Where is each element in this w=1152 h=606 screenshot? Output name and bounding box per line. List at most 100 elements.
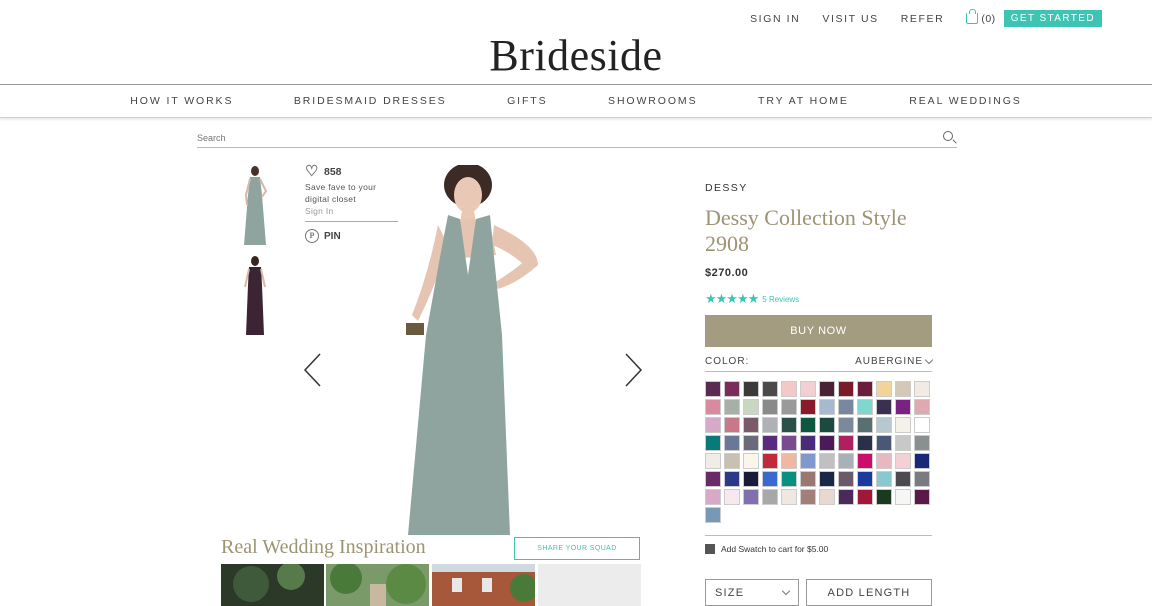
- color-swatch[interactable]: [857, 489, 873, 505]
- color-swatch[interactable]: [876, 453, 892, 469]
- color-swatch[interactable]: [743, 435, 759, 451]
- color-swatch[interactable]: [781, 399, 797, 415]
- color-swatch[interactable]: [800, 489, 816, 505]
- pin-button[interactable]: P PIN: [305, 229, 399, 243]
- color-swatch[interactable]: [895, 381, 911, 397]
- color-swatch[interactable]: [895, 453, 911, 469]
- nav-gifts[interactable]: GIFTS: [507, 95, 547, 107]
- color-swatch[interactable]: [914, 417, 930, 433]
- nav-how-it-works[interactable]: HOW IT WORKS: [130, 95, 233, 107]
- color-swatch[interactable]: [705, 489, 721, 505]
- color-swatch[interactable]: [914, 471, 930, 487]
- color-swatch[interactable]: [705, 435, 721, 451]
- color-swatch[interactable]: [819, 489, 835, 505]
- color-dropdown[interactable]: AUBERGINE: [855, 355, 934, 367]
- color-swatch[interactable]: [781, 453, 797, 469]
- color-swatch[interactable]: [781, 489, 797, 505]
- color-swatch[interactable]: [743, 489, 759, 505]
- color-swatch[interactable]: [762, 453, 778, 469]
- color-swatch[interactable]: [819, 399, 835, 415]
- color-swatch[interactable]: [876, 489, 892, 505]
- color-swatch[interactable]: [914, 489, 930, 505]
- color-swatch[interactable]: [895, 435, 911, 451]
- color-swatch[interactable]: [743, 471, 759, 487]
- color-swatch[interactable]: [876, 435, 892, 451]
- nav-showrooms[interactable]: SHOWROOMS: [608, 95, 697, 107]
- add-length-button[interactable]: ADD LENGTH: [806, 579, 932, 606]
- nav-bridesmaid-dresses[interactable]: BRIDESMAID DRESSES: [294, 95, 447, 107]
- color-swatch[interactable]: [705, 471, 721, 487]
- color-swatch[interactable]: [838, 417, 854, 433]
- fave-button[interactable]: ♡ 858: [305, 164, 399, 179]
- color-swatch[interactable]: [857, 399, 873, 415]
- color-swatch[interactable]: [762, 381, 778, 397]
- color-swatch[interactable]: [876, 471, 892, 487]
- refer-link[interactable]: REFER: [901, 13, 945, 25]
- cart-link[interactable]: (0): [966, 9, 995, 25]
- color-swatch[interactable]: [762, 417, 778, 433]
- color-swatch[interactable]: [857, 453, 873, 469]
- color-swatch[interactable]: [838, 435, 854, 451]
- thumbnail-back[interactable]: [236, 255, 274, 335]
- nav-real-weddings[interactable]: REAL WEDDINGS: [909, 95, 1021, 107]
- product-brand[interactable]: DESSY: [705, 182, 748, 194]
- color-swatch[interactable]: [724, 381, 740, 397]
- color-swatch[interactable]: [743, 381, 759, 397]
- color-swatch[interactable]: [800, 435, 816, 451]
- color-swatch[interactable]: [819, 471, 835, 487]
- add-swatch-checkbox[interactable]: [705, 544, 715, 554]
- color-swatch[interactable]: [857, 417, 873, 433]
- color-swatch[interactable]: [876, 381, 892, 397]
- get-started-button[interactable]: GET STARTED: [1003, 10, 1102, 27]
- color-swatch[interactable]: [914, 381, 930, 397]
- wedding-photo-4[interactable]: [538, 564, 641, 606]
- color-swatch[interactable]: [857, 381, 873, 397]
- color-swatch[interactable]: [838, 471, 854, 487]
- color-swatch[interactable]: [895, 399, 911, 415]
- color-swatch[interactable]: [857, 435, 873, 451]
- reviews-link[interactable]: 5 Reviews: [762, 295, 799, 304]
- color-swatch[interactable]: [800, 417, 816, 433]
- color-swatch[interactable]: [724, 471, 740, 487]
- color-swatch[interactable]: [743, 453, 759, 469]
- color-swatch[interactable]: [781, 381, 797, 397]
- color-swatch[interactable]: [800, 381, 816, 397]
- color-swatch[interactable]: [819, 453, 835, 469]
- color-swatch[interactable]: [914, 453, 930, 469]
- buy-now-button[interactable]: BUY NOW: [705, 315, 932, 347]
- color-swatch[interactable]: [762, 489, 778, 505]
- color-swatch[interactable]: [705, 507, 721, 523]
- color-swatch[interactable]: [762, 435, 778, 451]
- color-swatch[interactable]: [895, 489, 911, 505]
- size-select[interactable]: SIZE: [705, 579, 799, 606]
- search-input[interactable]: [197, 129, 897, 147]
- color-swatch[interactable]: [705, 399, 721, 415]
- color-selector[interactable]: COLOR: AUBERGINE: [705, 352, 934, 372]
- color-swatch[interactable]: [762, 471, 778, 487]
- color-swatch[interactable]: [914, 435, 930, 451]
- color-swatch[interactable]: [705, 417, 721, 433]
- color-swatch[interactable]: [724, 399, 740, 415]
- color-swatch[interactable]: [838, 381, 854, 397]
- share-squad-button[interactable]: SHARE YOUR SQUAD: [514, 537, 640, 560]
- color-swatch[interactable]: [800, 471, 816, 487]
- color-swatch[interactable]: [895, 471, 911, 487]
- color-swatch[interactable]: [819, 417, 835, 433]
- sign-in-link[interactable]: SIGN IN: [750, 13, 800, 25]
- wedding-photo-3[interactable]: [432, 564, 535, 606]
- color-swatch[interactable]: [838, 453, 854, 469]
- color-swatch[interactable]: [743, 399, 759, 415]
- color-swatch[interactable]: [857, 471, 873, 487]
- add-swatch-option[interactable]: Add Swatch to cart for $5.00: [705, 544, 828, 554]
- color-swatch[interactable]: [724, 417, 740, 433]
- color-swatch[interactable]: [800, 453, 816, 469]
- thumbnail-front[interactable]: [236, 165, 274, 245]
- color-swatch[interactable]: [781, 471, 797, 487]
- nav-try-at-home[interactable]: TRY AT HOME: [758, 95, 849, 107]
- color-swatch[interactable]: [705, 453, 721, 469]
- fave-sign-in-link[interactable]: Sign In: [305, 206, 399, 216]
- search-icon[interactable]: [943, 131, 953, 141]
- color-swatch[interactable]: [705, 381, 721, 397]
- prev-image-arrow-icon[interactable]: [302, 352, 322, 388]
- wedding-photo-1[interactable]: [221, 564, 324, 606]
